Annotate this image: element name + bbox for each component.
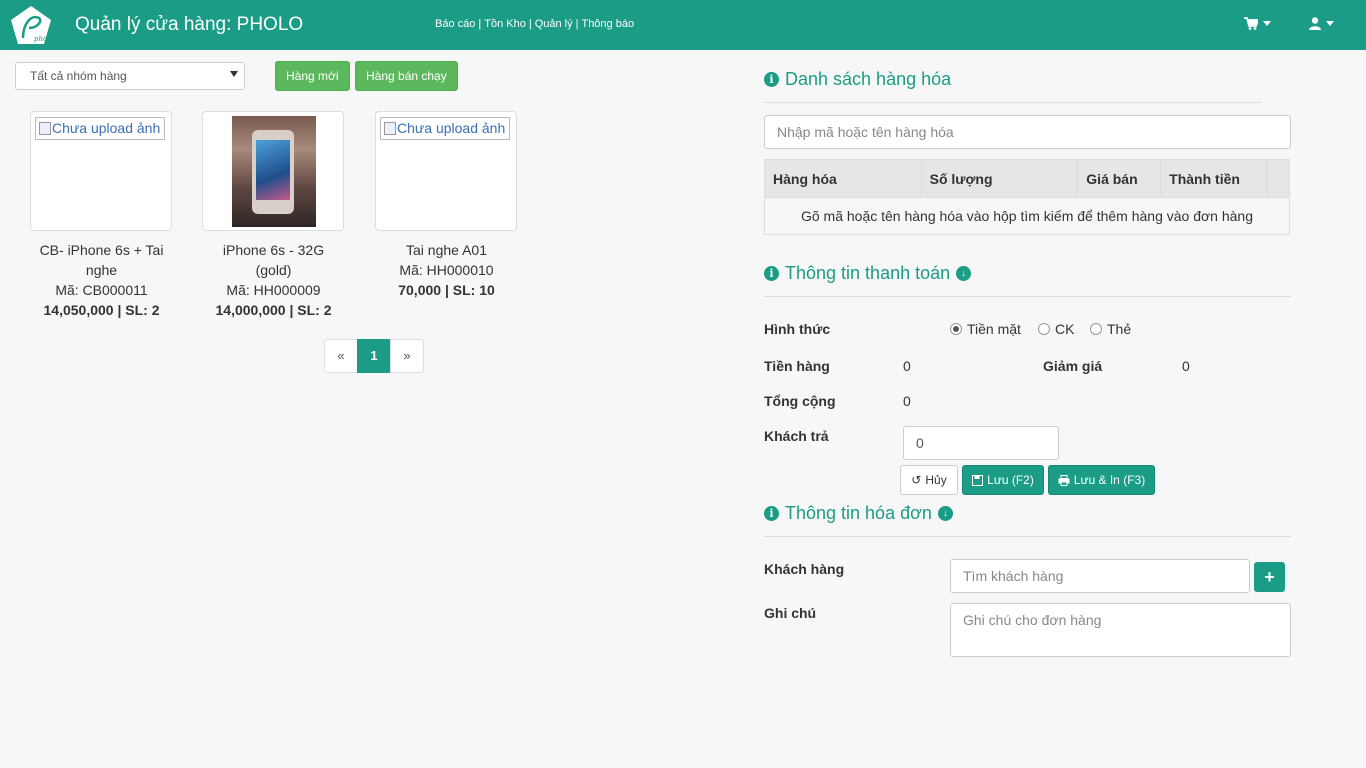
pagination-prev[interactable]: « xyxy=(324,339,358,373)
payment-method-cash-label: Tiền mặt xyxy=(967,321,1021,337)
save-button[interactable]: Lưu (F2) xyxy=(962,465,1044,495)
product-code: Mã: HH000009 xyxy=(226,282,321,298)
customer-paid-input[interactable] xyxy=(903,426,1059,460)
customer-paid-label: Khách trả xyxy=(764,428,829,444)
undo-icon: ↺ xyxy=(911,473,922,487)
column-header-price: Giá bán xyxy=(1077,159,1162,198)
nav-notifications[interactable]: Thông báo xyxy=(581,18,634,30)
divider xyxy=(764,536,1291,537)
table-header-row: Hàng hóa Số lượng Giá bán Thành tiền xyxy=(764,159,1291,198)
product-card[interactable]: Chưa upload ảnh Tai nghe A01 Mã: HH00001… xyxy=(375,111,518,300)
pholo-logo[interactable]: pholo xyxy=(9,4,53,48)
product-list-title: Danh sách hàng hóa xyxy=(785,69,952,89)
product-thumbnail: Chưa upload ảnh xyxy=(375,111,517,231)
cart-menu-button[interactable] xyxy=(1244,17,1271,30)
invoice-info-title: Thông tin hóa đơn xyxy=(785,503,932,523)
chevron-down-icon xyxy=(1326,21,1334,26)
divider xyxy=(764,296,1291,297)
payment-method-card-label: Thẻ xyxy=(1107,321,1132,337)
broken-image-placeholder: Chưa upload ảnh xyxy=(380,117,510,140)
payment-info-title: Thông tin thanh toán xyxy=(785,263,951,283)
floppy-disk-icon xyxy=(972,474,984,486)
user-icon xyxy=(1309,17,1321,30)
product-list-heading: i Danh sách hàng hóa xyxy=(764,69,951,90)
order-note-textarea[interactable] xyxy=(950,603,1291,657)
svg-text:pholo: pholo xyxy=(34,35,53,43)
info-icon: i xyxy=(764,506,779,521)
customer-label: Khách hàng xyxy=(764,561,845,577)
plus-icon: + xyxy=(1264,567,1275,587)
save-and-print-button-label: Lưu & In (F3) xyxy=(1073,473,1146,487)
total-label: Tổng cộng xyxy=(764,393,836,409)
subtotal-label: Tiền hàng xyxy=(764,358,830,374)
discount-value: 0 xyxy=(1182,358,1190,374)
nav-inventory[interactable]: Tồn Kho xyxy=(484,18,526,30)
user-menu-button[interactable] xyxy=(1309,17,1334,30)
shopping-cart-icon xyxy=(1244,17,1258,30)
nav-manage[interactable]: Quản lý xyxy=(535,18,573,30)
payment-method-cash[interactable]: Tiền mặt xyxy=(950,321,1021,337)
product-name: CB- iPhone 6s + Tai nghe xyxy=(39,242,164,278)
subtotal-value: 0 xyxy=(903,358,911,374)
total-value: 0 xyxy=(903,393,911,409)
product-price-stock: 14,050,000 | SL: 2 xyxy=(43,302,160,318)
cancel-button[interactable]: ↺ Hủy xyxy=(900,465,958,495)
payment-method-transfer[interactable]: CK xyxy=(1038,321,1074,337)
product-price-stock: 14,000,000 | SL: 2 xyxy=(215,302,332,318)
product-price-stock: 70,000 | SL: 10 xyxy=(398,282,495,298)
payment-method-label: Hình thức xyxy=(764,321,831,337)
order-items-table: Hàng hóa Số lượng Giá bán Thành tiền Gõ … xyxy=(764,159,1291,235)
column-header-amount: Thành tiền xyxy=(1160,159,1267,198)
info-icon: i xyxy=(764,266,779,281)
pagination: « 1 » xyxy=(324,339,424,373)
broken-image-placeholder: Chưa upload ảnh xyxy=(35,117,165,140)
customer-search-input[interactable] xyxy=(950,559,1250,593)
pagination-page-current[interactable]: 1 xyxy=(357,339,391,373)
payment-method-transfer-label: CK xyxy=(1055,321,1075,337)
product-name: Tai nghe A01 xyxy=(406,242,487,258)
print-icon xyxy=(1058,474,1070,486)
product-group-select[interactable]: Tất cả nhóm hàng xyxy=(15,62,245,90)
save-button-label: Lưu (F2) xyxy=(987,473,1034,487)
column-header-quantity: Số lượng xyxy=(920,159,1079,198)
product-photo xyxy=(232,116,316,227)
top-nav-links: Báo cáo | Tồn Kho | Quản lý | Thông báo xyxy=(435,18,635,30)
product-card[interactable]: Chưa upload ảnh CB- iPhone 6s + Tai nghe… xyxy=(30,111,173,320)
empty-table-message: Gõ mã hoặc tên hàng hóa vào hộp tìm kiếm… xyxy=(764,197,1290,235)
radio-checked[interactable] xyxy=(950,323,962,335)
product-name: iPhone 6s - 32G (gold) xyxy=(222,242,325,278)
product-thumbnail xyxy=(202,111,344,231)
bestseller-button[interactable]: Hàng bán chạy xyxy=(355,61,458,91)
product-thumbnail: Chưa upload ảnh xyxy=(30,111,172,231)
product-card[interactable]: iPhone 6s - 32G (gold) Mã: HH000009 14,0… xyxy=(202,111,345,320)
divider xyxy=(764,102,1261,103)
product-code: Mã: CB000011 xyxy=(55,282,148,298)
add-customer-button[interactable]: + xyxy=(1254,562,1285,592)
nav-report[interactable]: Báo cáo xyxy=(435,18,475,30)
top-navbar: pholo Quản lý cửa hàng: PHOLO Báo cáo | Tồ… xyxy=(0,0,1366,50)
app-title: Quản lý cửa hàng: PHOLO xyxy=(75,14,304,35)
column-header-item: Hàng hóa xyxy=(764,159,922,198)
new-products-button[interactable]: Hàng mới xyxy=(275,61,350,91)
chevron-down-icon xyxy=(1263,21,1271,26)
product-search-input[interactable] xyxy=(764,115,1291,149)
invoice-info-heading[interactable]: i Thông tin hóa đơn ↓ xyxy=(764,503,953,524)
discount-label: Giảm giá xyxy=(1043,358,1103,374)
table-row: Gõ mã hoặc tên hàng hóa vào hộp tìm kiếm… xyxy=(764,197,1290,235)
save-and-print-button[interactable]: Lưu & In (F3) xyxy=(1048,465,1155,495)
payment-info-heading[interactable]: i Thông tin thanh toán ↓ xyxy=(764,263,972,284)
radio-unchecked[interactable] xyxy=(1038,323,1050,335)
radio-unchecked[interactable] xyxy=(1090,323,1102,335)
pagination-next[interactable]: » xyxy=(390,339,424,373)
column-header-actions xyxy=(1265,159,1291,198)
payment-method-card[interactable]: Thẻ xyxy=(1090,321,1131,337)
product-code: Mã: HH000010 xyxy=(399,262,494,278)
info-icon: i xyxy=(764,72,779,87)
note-label: Ghi chú xyxy=(764,605,817,621)
cancel-button-label: Hủy xyxy=(925,473,947,487)
arrow-circle-down-icon[interactable]: ↓ xyxy=(937,506,953,521)
arrow-circle-down-icon[interactable]: ↓ xyxy=(956,266,972,281)
chevron-down-icon xyxy=(230,71,238,77)
product-group-select-value: Tất cả nhóm hàng xyxy=(30,69,127,83)
